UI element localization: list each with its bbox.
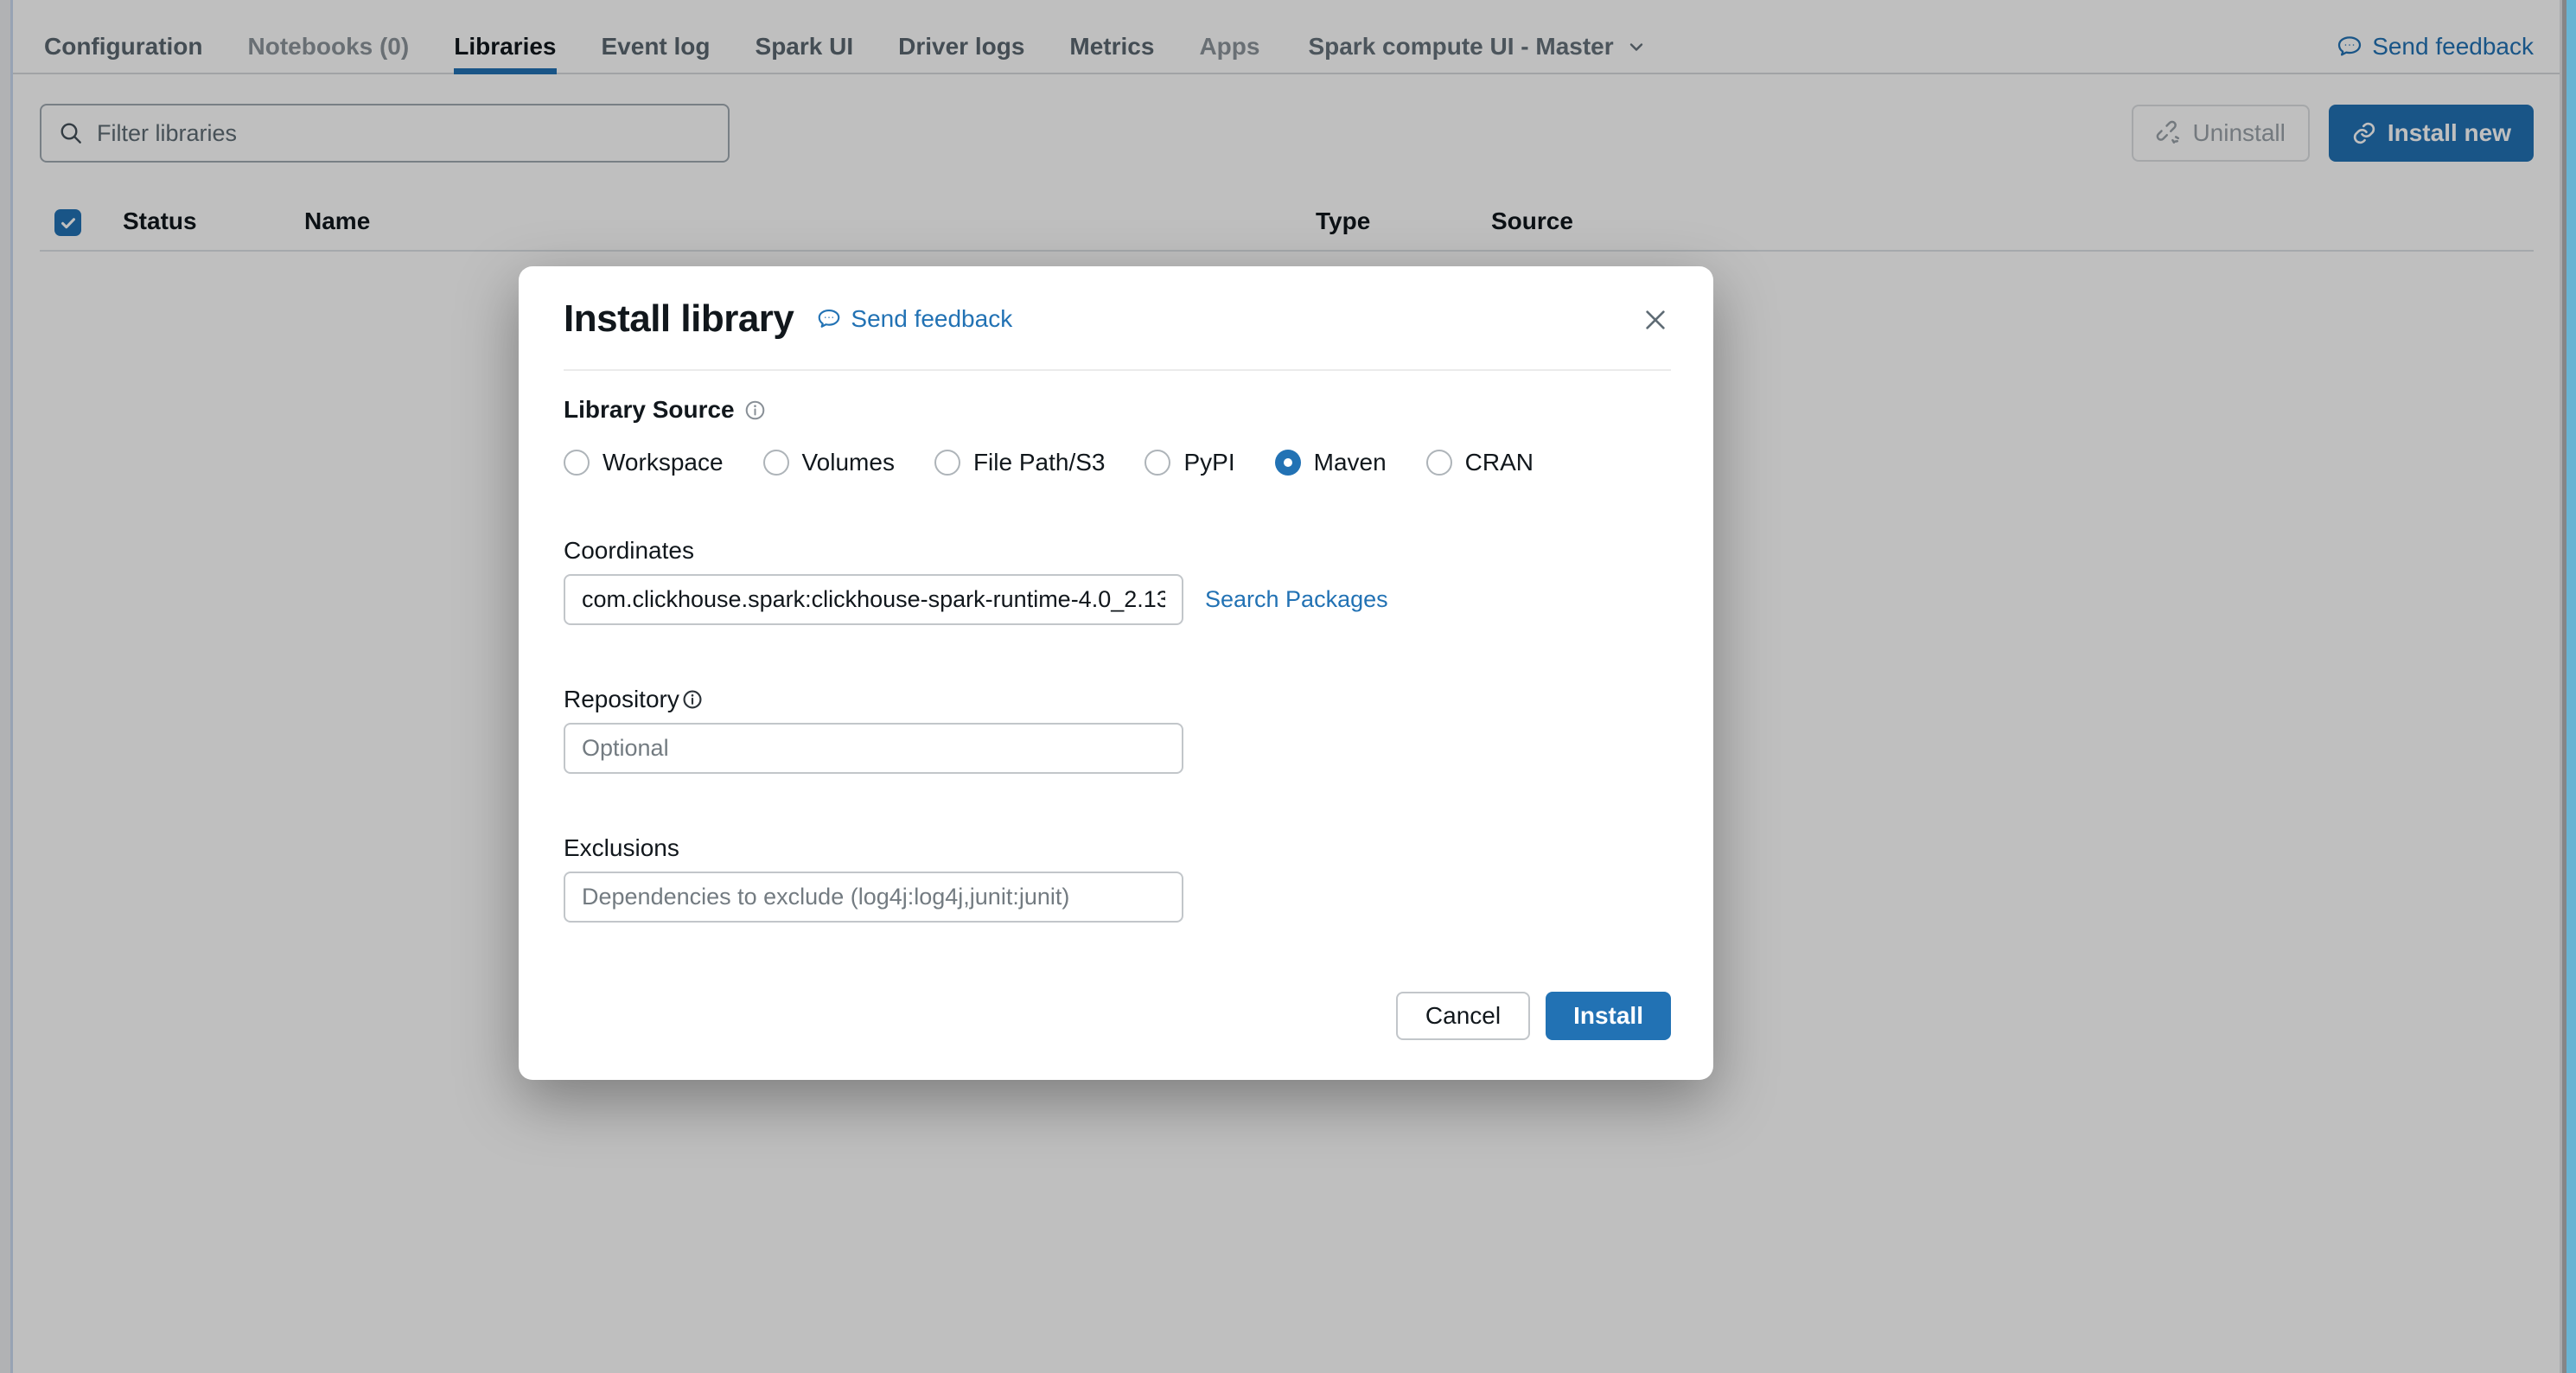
repository-label: Repository: [564, 686, 1671, 713]
radio-pypi-label: PyPI: [1183, 449, 1234, 476]
radio-volumes[interactable]: Volumes: [763, 449, 895, 476]
modal-actions: Cancel Install: [564, 992, 1671, 1040]
install-library-modal: Install library Send feedback Library So…: [519, 266, 1713, 1080]
radio-cran[interactable]: CRAN: [1426, 449, 1533, 476]
radio-volumes-label: Volumes: [802, 449, 895, 476]
radio-maven-label: Maven: [1314, 449, 1387, 476]
modal-send-feedback-link[interactable]: Send feedback: [816, 305, 1012, 333]
radio-file-path-s3-label: File Path/S3: [973, 449, 1106, 476]
info-icon[interactable]: [681, 688, 704, 711]
radio-maven[interactable]: Maven: [1275, 449, 1387, 476]
install-button[interactable]: Install: [1546, 992, 1671, 1040]
radio-circle: [934, 450, 960, 476]
radio-cran-label: CRAN: [1465, 449, 1533, 476]
coordinates-label: Coordinates: [564, 537, 1671, 565]
coordinates-input[interactable]: [564, 574, 1183, 625]
modal-send-feedback-label: Send feedback: [851, 305, 1012, 333]
radio-workspace[interactable]: Workspace: [564, 449, 724, 476]
modal-title: Install library: [564, 297, 794, 341]
right-window-edge-strip: [2566, 0, 2576, 1373]
modal-header-divider: [564, 369, 1671, 371]
radio-circle: [564, 450, 590, 476]
cancel-button[interactable]: Cancel: [1396, 992, 1530, 1040]
feedback-bubble-icon: [816, 306, 842, 332]
radio-circle: [763, 450, 789, 476]
radio-circle-selected: [1275, 450, 1301, 476]
library-source-radio-group: Workspace Volumes File Path/S3 PyPI Mave…: [564, 449, 1671, 476]
library-source-label: Library Source: [564, 396, 1671, 424]
radio-circle: [1145, 450, 1170, 476]
repository-label-text: Repository: [564, 686, 679, 713]
right-pane-divider[interactable]: [2560, 0, 2562, 1373]
info-icon[interactable]: [743, 399, 767, 422]
search-packages-link[interactable]: Search Packages: [1205, 586, 1388, 613]
exclusions-label: Exclusions: [564, 834, 1671, 862]
modal-header: Install library Send feedback: [564, 297, 1671, 341]
exclusions-input[interactable]: [564, 872, 1183, 923]
library-source-label-text: Library Source: [564, 396, 735, 424]
repository-input[interactable]: [564, 723, 1183, 774]
radio-pypi[interactable]: PyPI: [1145, 449, 1234, 476]
modal-close-button[interactable]: [1636, 301, 1674, 339]
left-pane-divider[interactable]: [10, 0, 13, 1373]
radio-circle: [1426, 450, 1452, 476]
radio-workspace-label: Workspace: [603, 449, 724, 476]
left-window-edge: [0, 0, 10, 1373]
radio-file-path-s3[interactable]: File Path/S3: [934, 449, 1106, 476]
